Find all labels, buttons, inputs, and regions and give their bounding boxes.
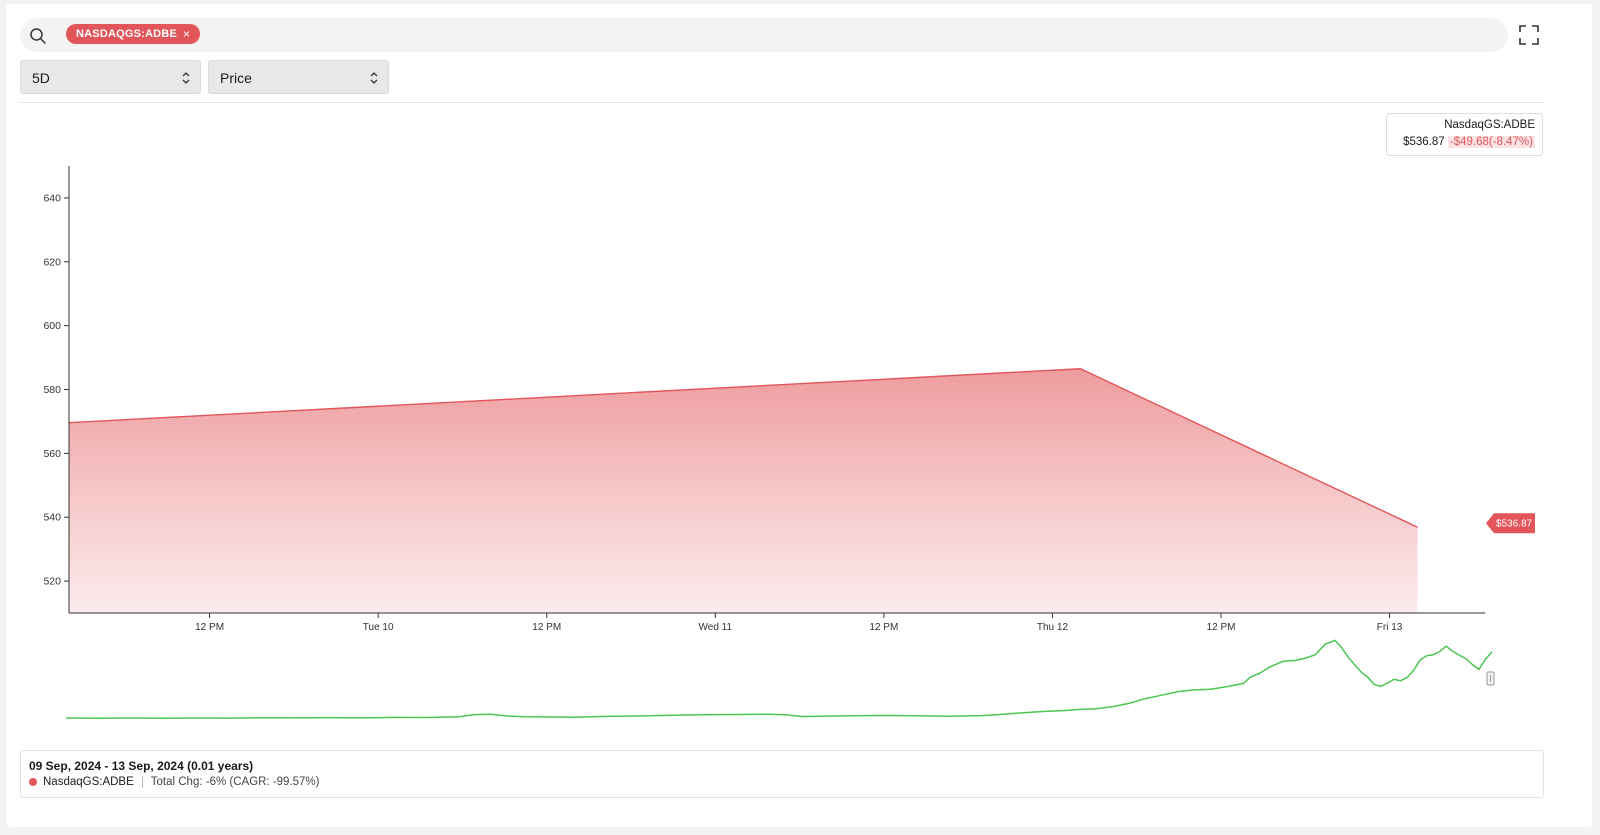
y-tick-label: 560 — [43, 448, 61, 460]
footer-separator — [141, 776, 143, 788]
price-chart[interactable]: 520 540 560 600 620 640 580 12 PM Tue 10 12 PM Wed… — [6, 4, 1592, 744]
date-range: 09 Sep, 2024 - 13 Sep, 2024 (0.01 years) — [29, 759, 254, 773]
app-frame: NASDAQGS:ADBE × 5D Price 520 540 560 600 620… — [6, 4, 1592, 827]
summary-footer: 09 Sep, 2024 - 13 Sep, 2024 (0.01 years)… — [20, 750, 1544, 798]
x-tick-label: Tue 10 — [363, 622, 394, 633]
legend-price: $536.87 — [1403, 136, 1445, 148]
last-value-label: $536.87 — [1496, 519, 1533, 530]
series-color-dot — [29, 778, 37, 786]
footer-series-row: NasdaqGS:ADBE Total Chg: -6% (CAGR: -99.… — [29, 776, 320, 788]
series-area — [69, 368, 1418, 613]
x-tick-label: 12 PM — [1207, 622, 1236, 633]
y-tick-label: 580 — [43, 384, 61, 396]
legend-box: NasdaqGS:ADBE $536.87 -$49.68(-8.47%) — [1386, 113, 1543, 156]
x-tick-label: 12 PM — [532, 622, 561, 633]
x-tick-label: Fri 13 — [1377, 622, 1403, 633]
x-tick-label: 12 PM — [869, 622, 898, 633]
footer-total-change: Total Chg: -6% (CAGR: -99.57%) — [150, 776, 320, 788]
y-tick-label: 520 — [43, 576, 61, 588]
y-tick-label: 600 — [43, 320, 61, 332]
y-tick-label: 540 — [43, 512, 61, 524]
navigator-line — [65, 639, 1493, 720]
x-tick-label: Wed 11 — [699, 622, 733, 633]
legend-name: NasdaqGS:ADBE — [1444, 119, 1535, 131]
legend-change: -$49.68(-8.47%) — [1447, 136, 1535, 148]
legend-values: $536.87 -$49.68(-8.47%) — [1387, 134, 1535, 151]
y-tick-label: 620 — [43, 256, 61, 268]
x-tick-label: Thu 12 — [1037, 622, 1069, 633]
footer-series-name: NasdaqGS:ADBE — [43, 776, 134, 788]
y-tick-label: 640 — [43, 192, 61, 204]
x-tick-label: 12 PM — [195, 622, 224, 633]
